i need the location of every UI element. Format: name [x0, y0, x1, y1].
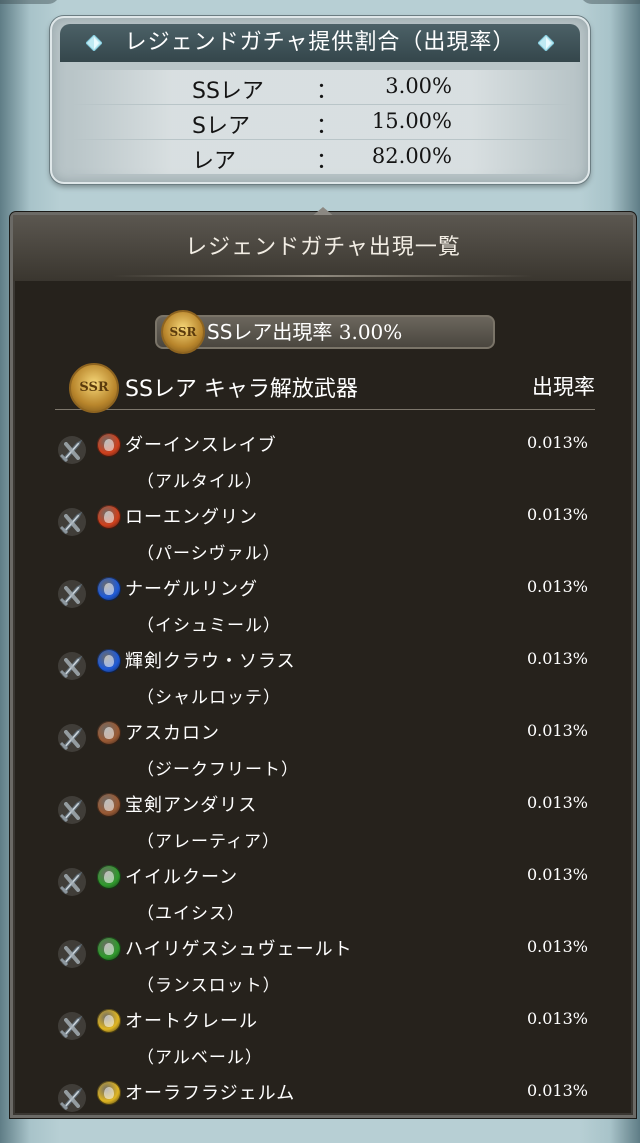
element-earth-icon — [97, 793, 121, 817]
rate-colon: ： — [316, 114, 339, 139]
list-item: ハイリゲスシュヴェールト 0.013% （ランスロット） — [13, 927, 633, 999]
ssr-rate-text: SSレア出現率 3.00% — [207, 317, 402, 347]
gacha-rate-title-bar: レジェンドガチャ提供割合（出現率） — [60, 24, 580, 62]
element-wind-icon — [97, 865, 121, 889]
item-rate: 0.013% — [526, 505, 588, 524]
weapon-name: ダーインスレイブ — [125, 435, 277, 456]
gacha-rate-box: レジェンドガチャ提供割合（出現率） SSレア ： 3.00% Sレア ： 15.… — [50, 16, 590, 184]
rate-rows: SSレア ： 3.00% Sレア ： 15.00% レア ： 82.00% — [72, 70, 572, 175]
character-name: （イシュミール） — [137, 616, 281, 636]
list-item: アスカロン 0.013% （ジークフリート） — [13, 711, 633, 783]
ssr-rate-value: 3.00% — [338, 320, 403, 344]
rate-label: SSレア — [192, 79, 264, 104]
element-wind-icon — [97, 937, 121, 961]
weapon-icon — [58, 580, 86, 608]
rate-label: Sレア — [192, 114, 250, 139]
crystal-icon — [538, 35, 554, 51]
rate-value: 3.00% — [385, 74, 452, 98]
element-fire-icon — [97, 505, 121, 529]
character-name: （ユイシス） — [137, 904, 245, 924]
character-name: （パーシヴァル） — [137, 544, 281, 564]
character-name: （アレーティア） — [137, 832, 280, 852]
ssr-rate-bar: SSR SSレア出現率 3.00% — [155, 310, 495, 354]
list-item: ダーインスレイブ 0.013% （アルタイル） — [13, 423, 633, 495]
element-fire-icon — [97, 433, 121, 457]
ssr-rate-label: SSレア出現率 — [207, 320, 333, 344]
element-light-icon — [97, 1081, 121, 1105]
rate-value: 82.00% — [371, 144, 452, 168]
weapon-icon — [58, 940, 86, 968]
character-name: （ジークフリート） — [137, 760, 299, 780]
rate-label: レア — [192, 149, 237, 174]
list-header-title: SSレア キャラ解放武器 — [125, 377, 358, 402]
weapon-icon — [58, 868, 86, 896]
list-item: オートクレール 0.013% （アルベール） — [13, 999, 633, 1071]
weapon-icon — [58, 508, 86, 536]
element-water-icon — [97, 577, 121, 601]
weapon-name: 輝剣クラウ・ソラス — [125, 651, 296, 672]
legend-gacha-list-panel: レジェンドガチャ出現一覧 SSR SSレア出現率 3.00% SSR SSレア … — [10, 207, 636, 1118]
weapon-icon — [58, 724, 86, 752]
list-item: オーラフラジェルム 0.013% — [13, 1071, 633, 1143]
item-rate: 0.013% — [526, 793, 588, 812]
element-water-icon — [97, 649, 121, 673]
panel-title: レジェンドガチャ出現一覧 — [13, 215, 633, 281]
list-item: 輝剣クラウ・ソラス 0.013% （シャルロッテ） — [13, 639, 633, 711]
item-rate: 0.013% — [526, 1009, 588, 1028]
rate-row-sr: Sレア ： 15.00% — [72, 105, 572, 139]
title-divider — [113, 275, 533, 277]
ssr-badge-text: SSR — [169, 325, 197, 339]
rate-row-r: レア ： 82.00% — [72, 140, 572, 174]
crystal-icon — [86, 35, 102, 51]
item-rate: 0.013% — [526, 1081, 588, 1100]
character-name: （シャルロッテ） — [137, 688, 281, 708]
weapon-name: イイルクーン — [125, 867, 239, 888]
ssr-badge-icon: SSR — [161, 310, 205, 354]
weapon-list: ダーインスレイブ 0.013% （アルタイル） ローエングリン 0.013% （パーシヴァ… — [13, 423, 633, 1143]
weapon-name: アスカロン — [125, 723, 220, 744]
character-name: （アルタイル） — [137, 472, 263, 492]
item-rate: 0.013% — [526, 721, 588, 740]
item-rate: 0.013% — [526, 577, 588, 596]
weapon-name: ローエングリン — [125, 507, 258, 528]
weapon-name: オートクレール — [125, 1011, 258, 1032]
item-rate: 0.013% — [526, 865, 588, 884]
weapon-icon — [58, 1084, 86, 1112]
character-name: （ランスロット） — [137, 976, 281, 996]
rate-value: 15.00% — [371, 109, 452, 133]
list-item: イイルクーン 0.013% （ユイシス） — [13, 855, 633, 927]
character-name: （アルベール） — [137, 1048, 263, 1068]
ssr-badge-icon: SSR — [69, 363, 119, 413]
weapon-name: オーラフラジェルム — [125, 1083, 296, 1104]
list-item: ローエングリン 0.013% （パーシヴァル） — [13, 495, 633, 567]
element-light-icon — [97, 1009, 121, 1033]
element-earth-icon — [97, 721, 121, 745]
weapon-name: ハイリゲスシュヴェールト — [125, 939, 353, 960]
weapon-icon — [58, 652, 86, 680]
list-header-rate: 出現率 — [532, 375, 595, 399]
item-rate: 0.013% — [526, 937, 588, 956]
top-right-decoration — [580, 0, 640, 4]
list-header: SSR SSレア キャラ解放武器 出現率 — [55, 363, 595, 413]
rate-colon: ： — [316, 149, 339, 174]
weapon-icon — [58, 1012, 86, 1040]
rate-row-ssr: SSレア ： 3.00% — [72, 70, 572, 104]
item-rate: 0.013% — [526, 433, 588, 452]
ssr-badge-text: SSR — [79, 380, 109, 395]
gacha-rate-title: レジェンドガチャ提供割合（出現率） — [124, 30, 516, 55]
list-item: 宝剣アンダリス 0.013% （アレーティア） — [13, 783, 633, 855]
rate-colon: ： — [316, 79, 339, 104]
list-item: ナーゲルリング 0.013% （イシュミール） — [13, 567, 633, 639]
weapon-name: ナーゲルリング — [125, 579, 258, 600]
weapon-icon — [58, 436, 86, 464]
top-left-decoration — [0, 0, 60, 4]
weapon-icon — [58, 796, 86, 824]
item-rate: 0.013% — [526, 649, 588, 668]
weapon-name: 宝剣アンダリス — [125, 795, 258, 816]
